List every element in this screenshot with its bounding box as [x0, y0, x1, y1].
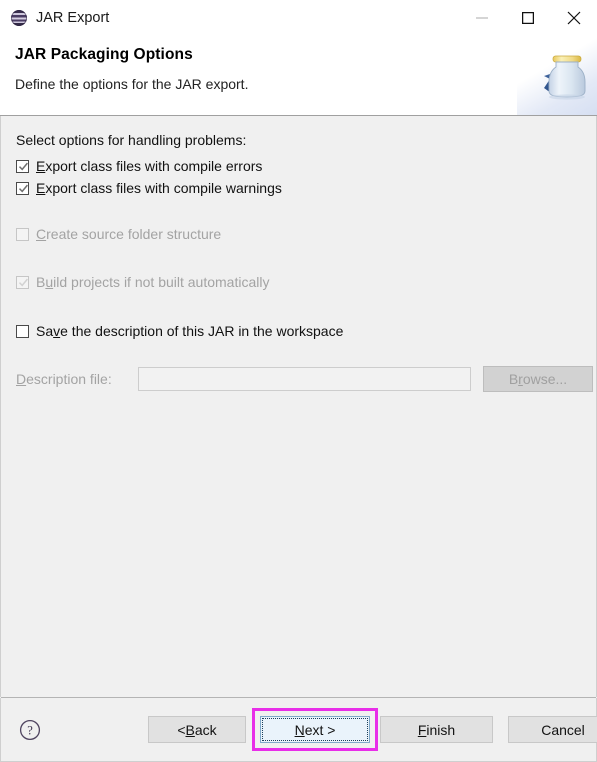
mnemonic-letter: D [16, 371, 27, 387]
next-button-highlight-annotation: Next > [252, 708, 378, 751]
mnemonic-letter: N [294, 721, 305, 738]
cancel-button[interactable]: Cancel [508, 716, 597, 743]
option-create-source-folder-structure: Create source folder structure [16, 223, 596, 245]
mnemonic-letter: u [45, 274, 54, 290]
mnemonic-letter: E [36, 180, 46, 196]
back-button-prefix: < [177, 721, 186, 738]
dialog-footer: ? < Back Next > Finish Cancel [0, 698, 597, 762]
checkbox-build-projects-if-not-built [16, 275, 29, 289]
next-button-label: ext > [304, 721, 336, 738]
description-file-input[interactable] [138, 367, 471, 391]
mnemonic-letter: F [417, 721, 427, 738]
mnemonic-letter: E [36, 158, 46, 174]
cancel-button-label: Cancel [541, 721, 585, 738]
option-label: Export class files with compile errors [36, 158, 262, 174]
section-label: Select options for handling problems: [16, 132, 247, 148]
description-file-row: Description file: Br owse... [16, 366, 596, 392]
description-file-label-text: escription file: [26, 371, 112, 387]
next-button[interactable]: Next > [260, 716, 370, 743]
finish-button[interactable]: Finish [380, 716, 493, 743]
browse-button-prefix: B [508, 371, 519, 387]
back-button[interactable]: < Back [148, 716, 246, 743]
title-bar-left: JAR Export [0, 10, 109, 26]
option-label: Save the description of this JAR in the … [36, 323, 343, 339]
option-label-prefix: B [36, 274, 46, 290]
close-icon[interactable] [551, 0, 597, 36]
mnemonic-letter: B [185, 721, 195, 738]
svg-text:?: ? [27, 723, 33, 737]
option-label-text: reate source folder structure [46, 226, 222, 242]
option-export-with-warnings[interactable]: Export class files with compile warnings [16, 177, 596, 199]
option-label: Export class files with compile warnings [36, 180, 282, 196]
jar-export-banner-icon [517, 36, 597, 115]
option-label-text: e the description of this JAR in the wor… [60, 323, 344, 339]
page-description: Define the options for the JAR export. [15, 76, 249, 92]
description-file-label: Description file: [16, 371, 138, 387]
option-save-description-of-jar[interactable]: Save the description of this JAR in the … [16, 320, 596, 342]
help-question-icon[interactable]: ? [19, 719, 41, 741]
browse-button[interactable]: Br owse... [483, 366, 593, 392]
minimize-icon[interactable] [459, 0, 505, 36]
mnemonic-letter: C [36, 226, 47, 242]
browse-button-label: owse... [522, 371, 568, 387]
maximize-icon[interactable] [505, 0, 551, 36]
window-title: JAR Export [36, 9, 110, 26]
option-label-text: xport class files with compile errors [45, 158, 263, 174]
options-panel: Select options for handling problems: Ex… [0, 116, 597, 697]
eclipse-sphere-icon [11, 10, 27, 26]
page-title: JAR Packaging Options [15, 46, 193, 63]
checkbox-export-with-warnings[interactable] [16, 181, 29, 195]
jar-export-dialog: JAR Export JAR Packaging Options Define … [0, 0, 597, 762]
wizard-header: JAR Packaging Options Define the options… [0, 36, 597, 115]
option-label-prefix: Sa [36, 323, 54, 339]
title-bar: JAR Export [0, 0, 597, 36]
finish-button-label: inish [426, 721, 456, 738]
next-button-container: Next > [260, 716, 370, 743]
option-label-text: xport class files with compile warnings [45, 180, 282, 196]
checkbox-export-with-errors[interactable] [16, 159, 29, 173]
option-export-with-errors[interactable]: Export class files with compile errors [16, 155, 596, 177]
option-label-text: ild projects if not built automatically [53, 274, 270, 290]
checkbox-save-description-of-jar[interactable] [16, 324, 29, 338]
back-button-label: ack [194, 721, 217, 738]
option-build-projects-if-not-built: Build projects if not built automaticall… [16, 271, 596, 293]
dialog-button-row: < Back Next > Finish Cancel [148, 708, 597, 751]
checkbox-create-source-folder-structure [16, 227, 29, 241]
option-label: Build projects if not built automaticall… [36, 274, 269, 290]
window-controls [459, 0, 597, 36]
option-label: Create source folder structure [36, 226, 221, 242]
